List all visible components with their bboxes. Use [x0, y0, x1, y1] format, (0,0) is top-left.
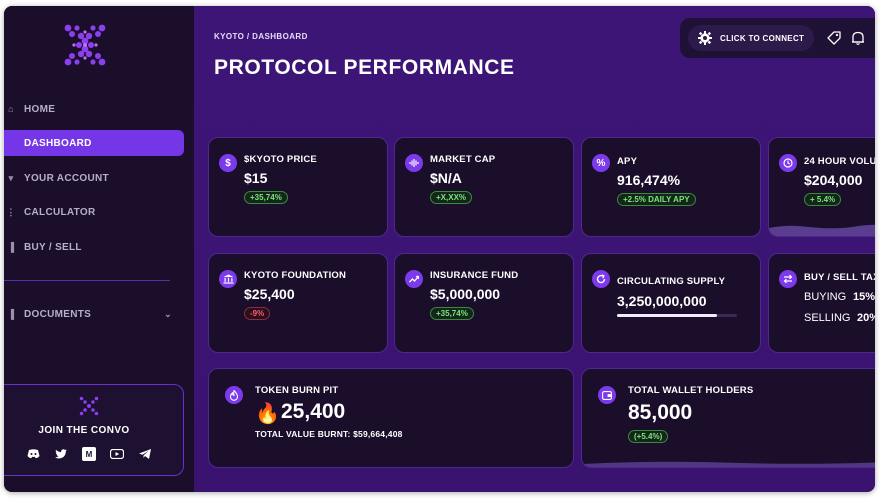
calculator-icon: ⋮ [6, 206, 16, 217]
sidebar-item-label: DASHBOARD [24, 137, 92, 149]
youtube-icon[interactable] [110, 447, 124, 461]
buying-label: BUYING [804, 291, 847, 303]
fire-emoji: 🔥 [255, 403, 280, 425]
kyoto-logo-small [79, 396, 99, 416]
sidebar-item-label: BUY / SELL [24, 241, 82, 253]
sidebar-item-label: HOME [24, 103, 56, 115]
card-value: $204,000 [804, 172, 863, 188]
sidebar: ⌂ HOME DASHBOARD ▾ YOUR ACCOUNT ⋮ CALCUL… [4, 6, 194, 492]
burn-value: 25,400 [281, 400, 346, 423]
connect-label: CLICK TO CONNECT [720, 33, 805, 43]
sidebar-item-calculator[interactable]: ⋮ CALCULATOR [4, 199, 184, 225]
sidebar-item-documents[interactable]: ▐ DOCUMENTS ⌄ [4, 301, 184, 327]
card-label: APY [617, 156, 638, 167]
selling-value: 20% [857, 312, 875, 324]
card-value: 3,250,000,000 [617, 293, 707, 309]
kyoto-price-card: $ $KYOTO PRICE $15 +35,74% [208, 137, 388, 237]
change-badge: -9% [244, 307, 271, 320]
dollar-icon: $ [219, 154, 237, 172]
telegram-icon[interactable] [138, 447, 152, 461]
card-value: $5,000,000 [430, 286, 501, 302]
card-value: $N/A [430, 170, 462, 186]
account-icon: ▾ [8, 172, 14, 183]
join-convo-title: JOIN THE CONVO [38, 425, 130, 436]
change-badge: (+5.4%) [628, 430, 669, 443]
percent-icon: % [592, 154, 610, 172]
discord-icon[interactable] [26, 447, 40, 461]
card-label: KYOTO FOUNDATION [244, 270, 347, 281]
total-wallet-holders-card: TOTAL WALLET HOLDERS 85,000 (+5.4%) [581, 368, 875, 468]
volume-sparkline [769, 224, 875, 236]
sound-wave-icon [405, 154, 423, 172]
chevron-down-icon: ⌄ [164, 308, 172, 319]
sidebar-item-home[interactable]: ⌂ HOME [4, 96, 184, 122]
circulating-supply-card: CIRCULATING SUPPLY 3,250,000,000 [581, 253, 761, 353]
trend-up-icon [405, 270, 423, 288]
sidebar-item-label: CALCULATOR [24, 206, 96, 218]
join-convo-panel: JOIN THE CONVO M [4, 384, 184, 476]
market-cap-card: MARKET CAP $N/A +X,XX% [394, 137, 574, 237]
sidebar-item-label: YOUR ACCOUNT [24, 172, 109, 184]
top-action-bar: CLICK TO CONNECT [680, 18, 875, 58]
card-label: $KYOTO PRICE [244, 154, 317, 165]
volume-card: 24 HOUR VOLU $204,000 + 5.4% [768, 137, 875, 237]
documents-icon: ▐ [7, 309, 15, 319]
change-badge: +X,XX% [430, 191, 473, 204]
wallet-icon [598, 386, 616, 404]
buy-sell-icon: ▐ [7, 242, 15, 252]
kyoto-logo[interactable] [60, 20, 110, 70]
sidebar-item-your-account[interactable]: ▾ YOUR ACCOUNT [4, 165, 184, 191]
main-content: KYOTO / DASHBOARD PROTOCOL PERFORMANCE C… [194, 6, 875, 492]
total-value-burnt: TOTAL VALUE BURNT: $59,664,408 [255, 429, 403, 439]
flame-icon [225, 386, 243, 404]
breadcrumb: KYOTO / DASHBOARD [214, 32, 308, 41]
sidebar-item-buy-sell[interactable]: ▐ BUY / SELL [4, 234, 184, 260]
selling-label: SELLING [804, 312, 851, 324]
buy-sell-tax-card: BUY / SELL TAX BUYING 15% SELLING 20% [768, 253, 875, 353]
clock-icon [779, 154, 797, 172]
twitter-icon[interactable] [54, 447, 68, 461]
card-label: TOTAL WALLET HOLDERS [628, 385, 754, 396]
card-label: BUY / SELL TAX [804, 272, 875, 283]
supply-progress-fill [617, 314, 717, 317]
tag-icon[interactable] [826, 30, 842, 46]
app-window: ⌂ HOME DASHBOARD ▾ YOUR ACCOUNT ⋮ CALCUL… [4, 6, 875, 492]
card-label: MARKET CAP [430, 154, 496, 165]
card-value: 85,000 [628, 401, 693, 424]
holders-sparkline [582, 461, 875, 467]
sidebar-item-label: DOCUMENTS [24, 308, 92, 320]
sidebar-divider [4, 280, 170, 281]
connect-wallet-button[interactable]: CLICK TO CONNECT [688, 25, 814, 51]
bell-icon[interactable] [850, 30, 866, 46]
card-value: $25,400 [244, 286, 295, 302]
sidebar-item-dashboard[interactable]: DASHBOARD [4, 130, 184, 156]
change-badge: +35,74% [244, 191, 288, 204]
home-icon: ⌂ [8, 104, 14, 114]
card-value: 916,474% [617, 172, 681, 188]
buying-value: 15% [853, 291, 875, 303]
change-badge: + 5.4% [804, 193, 842, 206]
gear-icon [694, 31, 716, 45]
card-label: CIRCULATING SUPPLY [617, 276, 726, 287]
card-label: 24 HOUR VOLU [804, 156, 875, 167]
page-title: PROTOCOL PERFORMANCE [214, 56, 515, 79]
apy-card: % APY 916,474% +2.5% DAILY APY [581, 137, 761, 237]
kyoto-foundation-card: KYOTO FOUNDATION $25,400 -9% [208, 253, 388, 353]
card-value: $15 [244, 170, 268, 186]
token-burn-pit-card: TOKEN BURN PIT 🔥 25,400 TOTAL VALUE BURN… [208, 368, 574, 468]
medium-icon[interactable]: M [82, 447, 96, 461]
insurance-fund-card: INSURANCE FUND $5,000,000 +35,74% [394, 253, 574, 353]
bank-icon [219, 270, 237, 288]
daily-apy-badge: +2.5% DAILY APY [617, 193, 696, 206]
swap-icon [779, 270, 797, 288]
change-badge: +35,74% [430, 307, 474, 320]
supply-progress-bar [617, 314, 737, 317]
refresh-icon [592, 270, 610, 288]
social-links: M [26, 447, 152, 461]
card-label: TOKEN BURN PIT [255, 385, 339, 396]
card-label: INSURANCE FUND [430, 270, 519, 281]
